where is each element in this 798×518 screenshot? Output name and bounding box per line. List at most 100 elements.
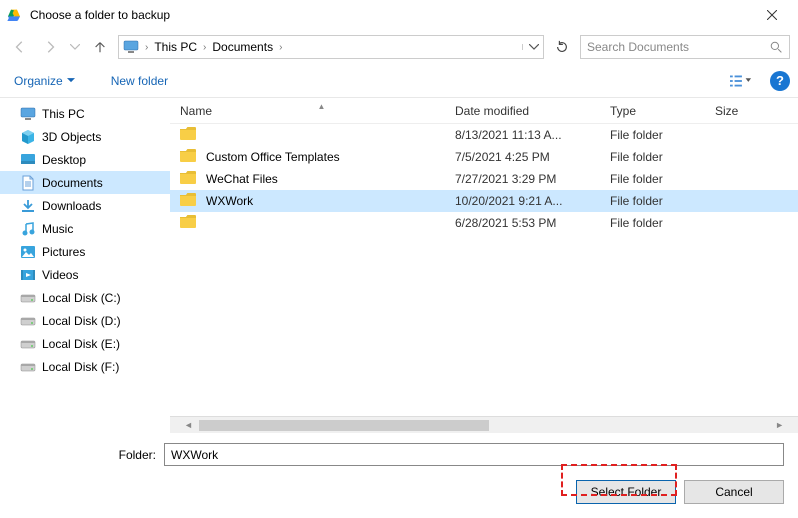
sidebar-item-label: Pictures xyxy=(42,245,85,259)
file-date: 6/28/2021 5:53 PM xyxy=(455,216,610,230)
address-dropdown[interactable] xyxy=(522,44,539,50)
main-area: This PC 3D Objects Desktop Documents Downloa… xyxy=(0,98,798,433)
file-name: Custom Office Templates xyxy=(206,150,455,164)
col-header-size[interactable]: Size xyxy=(715,104,775,118)
file-type: File folder xyxy=(610,128,715,142)
sidebar-item-3d-objects[interactable]: 3D Objects xyxy=(0,125,170,148)
music-icon xyxy=(20,221,36,237)
disk-icon xyxy=(20,313,36,329)
crumb-documents[interactable]: Documents xyxy=(208,40,277,54)
folder-icon xyxy=(180,215,198,231)
file-row[interactable]: 6/28/2021 5:53 PMFile folder xyxy=(170,212,798,234)
bottom-panel: Folder: Select Folder Cancel xyxy=(0,433,798,518)
file-row[interactable]: WXWork10/20/2021 9:21 A...File folder xyxy=(170,190,798,212)
pc-icon xyxy=(123,39,139,55)
sidebar-item-label: Documents xyxy=(42,176,103,190)
videos-icon xyxy=(20,267,36,283)
folder-icon xyxy=(180,171,198,187)
sidebar-item-local-disk-f-[interactable]: Local Disk (F:) xyxy=(0,355,170,378)
sidebar-item-label: Downloads xyxy=(42,199,101,213)
close-button[interactable] xyxy=(752,0,792,30)
file-type: File folder xyxy=(610,216,715,230)
sidebar-item-label: Local Disk (E:) xyxy=(42,337,120,351)
scroll-right-icon[interactable]: ► xyxy=(775,420,784,430)
address-bar[interactable]: › This PC › Documents › xyxy=(118,35,544,59)
col-header-type[interactable]: Type xyxy=(610,104,715,118)
downloads-icon xyxy=(20,198,36,214)
file-date: 7/27/2021 3:29 PM xyxy=(455,172,610,186)
sidebar-item-documents[interactable]: Documents xyxy=(0,171,170,194)
file-type: File folder xyxy=(610,150,715,164)
chevron-right-icon[interactable]: › xyxy=(277,42,284,53)
sidebar-item-downloads[interactable]: Downloads xyxy=(0,194,170,217)
column-headers[interactable]: Name ▲ Date modified Type Size xyxy=(170,98,798,124)
scroll-thumb[interactable] xyxy=(199,420,489,431)
desktop-icon xyxy=(20,152,36,168)
sort-indicator-icon: ▲ xyxy=(318,102,326,111)
back-button[interactable] xyxy=(8,35,32,59)
file-list-area: Name ▲ Date modified Type Size 8/13/2021… xyxy=(170,98,798,433)
organize-menu[interactable]: Organize xyxy=(8,70,81,92)
folder-icon xyxy=(180,193,198,209)
sidebar-item-music[interactable]: Music xyxy=(0,217,170,240)
file-date: 7/5/2021 4:25 PM xyxy=(455,150,610,164)
sidebar-item-label: Music xyxy=(42,222,73,236)
chevron-right-icon[interactable]: › xyxy=(143,42,150,53)
folder-icon xyxy=(180,127,198,143)
crumb-this-pc[interactable]: This PC xyxy=(150,40,201,54)
search-icon xyxy=(770,41,783,54)
pc-icon xyxy=(20,106,36,122)
select-folder-button[interactable]: Select Folder xyxy=(576,480,676,504)
col-header-date[interactable]: Date modified xyxy=(455,104,610,118)
chevron-right-icon[interactable]: › xyxy=(201,42,208,53)
sidebar-item-local-disk-d-[interactable]: Local Disk (D:) xyxy=(0,309,170,332)
view-options-button[interactable] xyxy=(722,69,760,93)
file-date: 8/13/2021 11:13 A... xyxy=(455,128,610,142)
file-row[interactable]: WeChat Files7/27/2021 3:29 PMFile folder xyxy=(170,168,798,190)
file-name: WeChat Files xyxy=(206,172,455,186)
sidebar-item-label: Local Disk (D:) xyxy=(42,314,121,328)
sidebar-item-pictures[interactable]: Pictures xyxy=(0,240,170,263)
folder-field-row: Folder: xyxy=(14,443,784,466)
forward-button[interactable] xyxy=(38,35,62,59)
search-placeholder: Search Documents xyxy=(587,40,689,54)
toolbar: Organize New folder ? xyxy=(0,64,798,98)
disk-icon xyxy=(20,290,36,306)
file-rows[interactable]: 8/13/2021 11:13 A...File folderCustom Of… xyxy=(170,124,798,416)
sidebar-item-label: Local Disk (F:) xyxy=(42,360,119,374)
sidebar-item-desktop[interactable]: Desktop xyxy=(0,148,170,171)
help-button[interactable]: ? xyxy=(770,71,790,91)
sidebar-item-this-pc[interactable]: This PC xyxy=(0,102,170,125)
sidebar-item-label: 3D Objects xyxy=(42,130,101,144)
file-date: 10/20/2021 9:21 A... xyxy=(455,194,610,208)
file-name: WXWork xyxy=(206,194,455,208)
file-row[interactable]: Custom Office Templates7/5/2021 4:25 PMF… xyxy=(170,146,798,168)
sidebar-item-label: Local Disk (C:) xyxy=(42,291,121,305)
search-input[interactable]: Search Documents xyxy=(580,35,790,59)
3d-icon xyxy=(20,129,36,145)
up-button[interactable] xyxy=(88,35,112,59)
new-folder-button[interactable]: New folder xyxy=(105,70,174,92)
sidebar-item-local-disk-c-[interactable]: Local Disk (C:) xyxy=(0,286,170,309)
cancel-button[interactable]: Cancel xyxy=(684,480,784,504)
file-type: File folder xyxy=(610,172,715,186)
file-type: File folder xyxy=(610,194,715,208)
col-header-name[interactable]: Name ▲ xyxy=(180,104,455,118)
scroll-left-icon[interactable]: ◄ xyxy=(184,420,193,430)
sidebar[interactable]: This PC 3D Objects Desktop Documents Downloa… xyxy=(0,98,170,433)
sidebar-item-local-disk-e-[interactable]: Local Disk (E:) xyxy=(0,332,170,355)
sidebar-item-label: Videos xyxy=(42,268,78,282)
file-row[interactable]: 8/13/2021 11:13 A...File folder xyxy=(170,124,798,146)
recent-dropdown[interactable] xyxy=(68,35,82,59)
sidebar-item-label: Desktop xyxy=(42,153,86,167)
folder-icon xyxy=(180,149,198,165)
disk-icon xyxy=(20,359,36,375)
window-title: Choose a folder to backup xyxy=(30,8,170,22)
refresh-button[interactable] xyxy=(550,35,574,59)
sidebar-item-videos[interactable]: Videos xyxy=(0,263,170,286)
horizontal-scrollbar[interactable]: ◄ ► xyxy=(170,416,798,433)
documents-icon xyxy=(20,175,36,191)
pictures-icon xyxy=(20,244,36,260)
folder-input[interactable] xyxy=(164,443,784,466)
title-bar: Choose a folder to backup xyxy=(0,0,798,30)
